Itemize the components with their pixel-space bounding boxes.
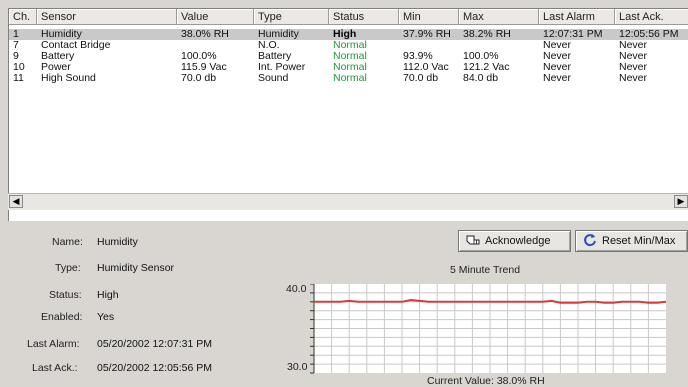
enabled-value: Yes xyxy=(97,311,115,323)
hand-pointer-icon xyxy=(465,231,481,251)
scroll-left-icon[interactable]: ◀ xyxy=(9,195,23,208)
type-value: Humidity Sensor xyxy=(97,262,175,274)
cell-ch: 11 xyxy=(13,72,24,84)
horizontal-scrollbar[interactable]: ◀ ▶ xyxy=(8,193,688,210)
cell-value: 70.0 db xyxy=(181,72,217,84)
enabled-label: Enabled: xyxy=(41,311,83,323)
sensor-table: Ch. Sensor Value Type Status Min Max Last Alarm… xyxy=(8,8,688,221)
header-col-ch[interactable]: Ch. xyxy=(9,9,37,25)
cell-last-ack: Never xyxy=(619,72,648,84)
acknowledge-label: Acknowledge xyxy=(485,235,551,247)
cell-max: 38.2% RH xyxy=(463,28,511,40)
table-row[interactable]: 11 High Sound 70.0 db Sound Normal 70.0 db 84.… xyxy=(9,73,688,84)
status-label: Status: xyxy=(49,289,82,301)
name-value: Humidity xyxy=(97,236,138,248)
reset-min-max-button[interactable]: Reset Min/Max xyxy=(575,230,688,252)
cell-last-alarm: Never xyxy=(543,72,572,84)
cell-value: 38.0% RH xyxy=(181,28,229,40)
refresh-icon xyxy=(582,231,598,251)
status-value: High xyxy=(97,289,119,301)
cell-min: 70.0 db xyxy=(403,72,439,84)
current-value: Current Value: 38.0% RH xyxy=(427,375,545,387)
last-alarm-value: 05/20/2002 12:07:31 PM xyxy=(97,338,213,350)
cell-max: 84.0 db xyxy=(463,72,499,84)
cell-min: 37.9% RH xyxy=(403,28,451,40)
trend-chart xyxy=(310,284,667,374)
acknowledge-button[interactable]: Acknowledge xyxy=(458,230,571,252)
last-ack-value: 05/20/2002 12:05:56 PM xyxy=(97,362,213,374)
name-label: Name: xyxy=(52,236,83,248)
type-label: Type: xyxy=(55,262,81,274)
last-alarm-label: Last Alarm: xyxy=(27,338,80,350)
header-col-value[interactable]: Value xyxy=(177,9,254,25)
cell-type: Sound xyxy=(258,72,289,84)
trend-title: 5 Minute Trend xyxy=(450,264,521,276)
header-col-type[interactable]: Type xyxy=(254,9,329,25)
header-col-sensor[interactable]: Sensor xyxy=(37,9,177,25)
header-col-last-alarm[interactable]: Last Alarm xyxy=(539,9,615,25)
header-col-last-ack[interactable]: Last Ack. xyxy=(615,9,688,25)
header-col-status[interactable]: Status xyxy=(329,9,399,25)
cell-status: Normal xyxy=(333,72,367,84)
header-col-max[interactable]: Max xyxy=(459,9,539,25)
cell-sensor: High Sound xyxy=(41,72,96,84)
header-col-min[interactable]: Min xyxy=(399,9,459,25)
reset-label: Reset Min/Max xyxy=(602,235,676,247)
last-ack-label: Last Ack.: xyxy=(32,362,78,374)
scroll-right-icon[interactable]: ▶ xyxy=(674,195,688,208)
